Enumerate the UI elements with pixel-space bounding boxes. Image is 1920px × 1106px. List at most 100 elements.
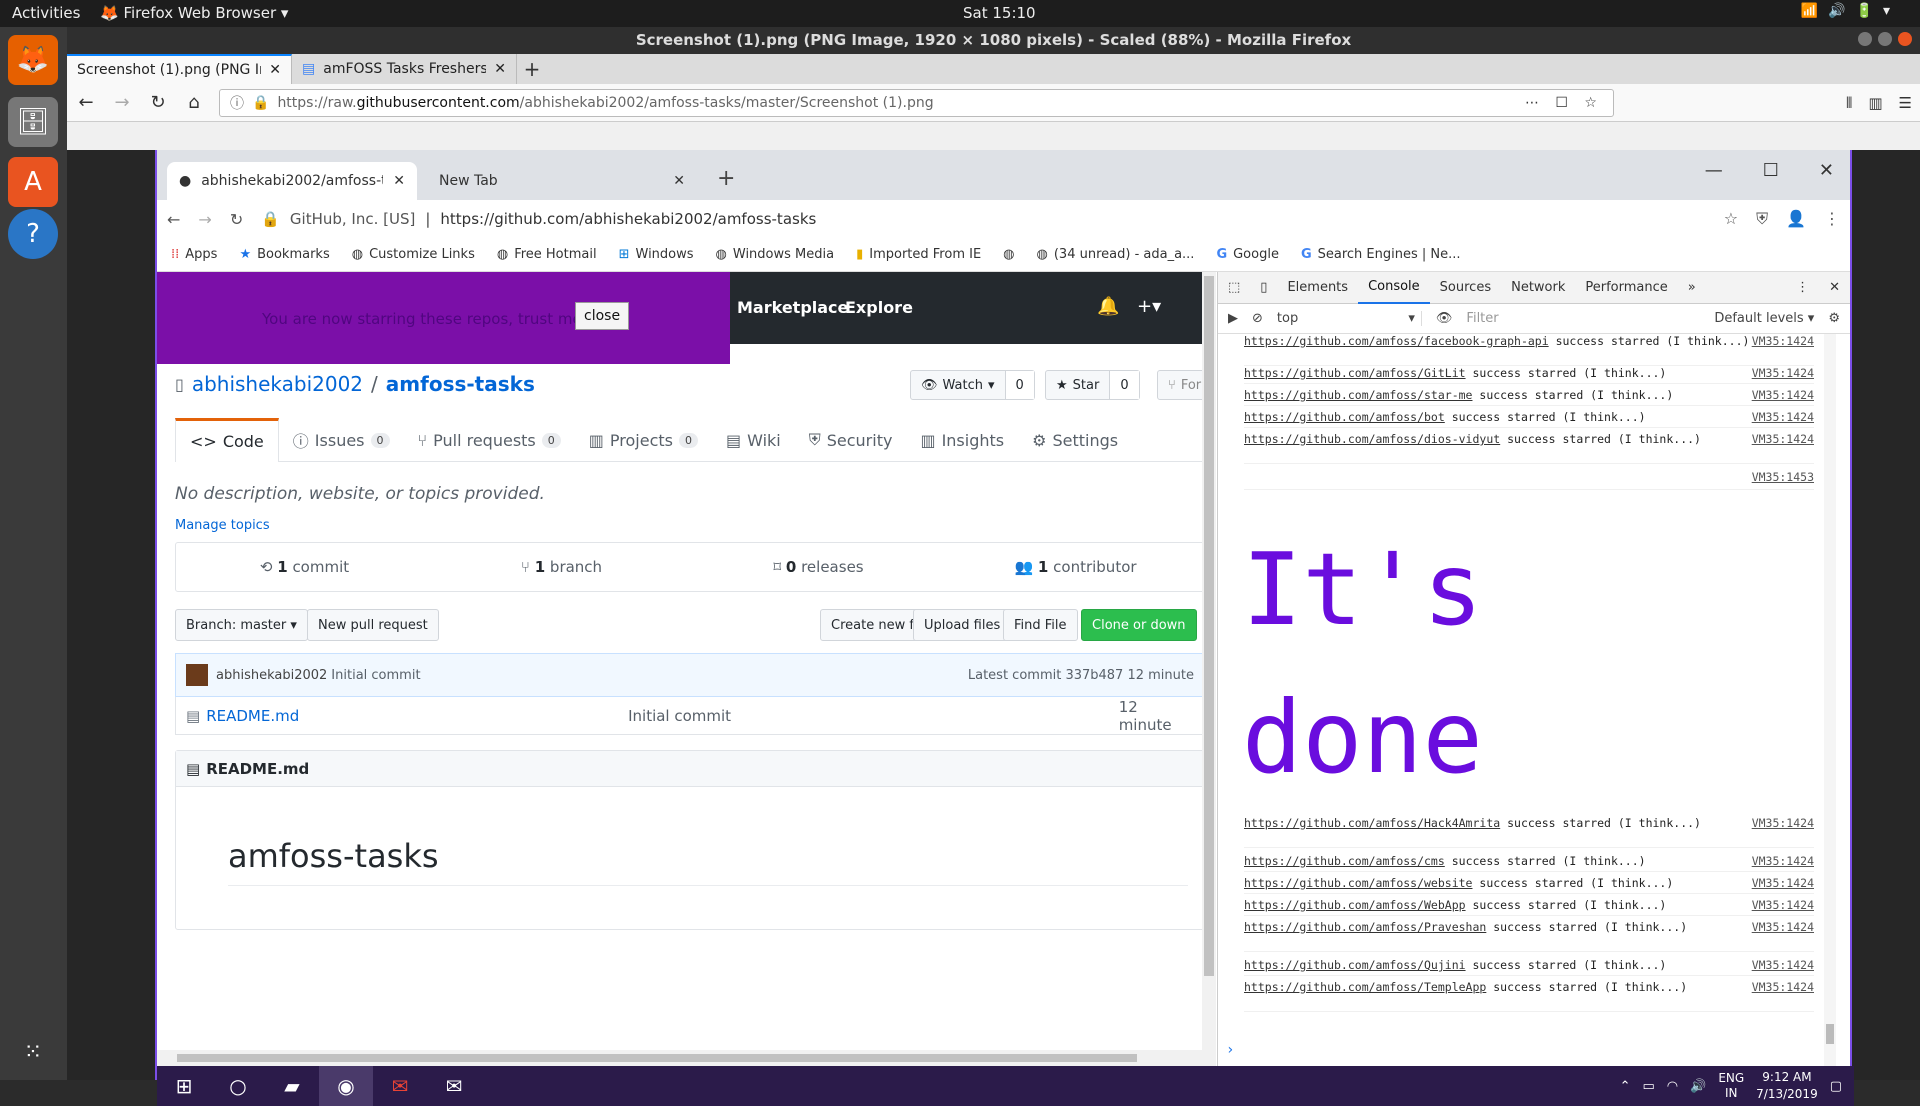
manage-topics-link[interactable]: Manage topics <box>175 518 270 533</box>
system-clock[interactable]: Sat 15:10 <box>963 4 1036 22</box>
page-scrollbar[interactable] <box>1202 272 1216 1050</box>
log-levels-select[interactable]: Default levels ▾ <box>1714 311 1814 326</box>
bookmark-unread[interactable]: ◍ (34 unread) - ada_a... <box>1037 247 1195 262</box>
home-icon[interactable]: ⌂ <box>183 92 205 113</box>
fork-button[interactable]: ⑂ For <box>1157 370 1202 400</box>
sidebar-icon[interactable]: ▥ <box>1868 94 1882 112</box>
gmail-taskbar-icon[interactable]: ✉ <box>373 1074 427 1098</box>
url-bar[interactable]: ⓘ 🔒 https://raw.githubusercontent.com/ab… <box>219 88 1614 117</box>
forward-icon[interactable]: → <box>198 210 211 229</box>
omnibox[interactable]: 🔒 GitHub, Inc. [US] | https://github.com… <box>261 210 1661 228</box>
firefox-tab-amfoss[interactable]: ▤ amFOSS Tasks Freshers ✕ <box>292 54 517 84</box>
system-tray[interactable]: 📶🔊🔋▾ <box>1801 3 1900 19</box>
bookmark-imported-from-ie[interactable]: ▮ Imported From IE <box>856 247 981 262</box>
maximize-icon[interactable]: ☐ <box>1763 160 1779 181</box>
bookmark-windows[interactable]: ⊞ Windows <box>619 247 694 262</box>
files-dock-icon[interactable]: 🗄 <box>8 97 58 147</box>
repo-name-link[interactable]: amfoss-tasks <box>386 372 535 396</box>
console-source-link[interactable]: VM35:1453 <box>1752 470 1814 484</box>
tab-settings[interactable]: ⚙ Settings <box>1018 418 1132 462</box>
forward-icon[interactable]: → <box>111 92 133 113</box>
close-icon[interactable]: ✕ <box>494 61 506 77</box>
chrome-tab-newtab[interactable]: New Tab ✕ <box>427 162 697 200</box>
minimize-button[interactable] <box>1858 32 1872 46</box>
console-source-link[interactable]: VM35:1424 <box>1752 366 1814 380</box>
avatar[interactable] <box>186 664 208 686</box>
bell-icon[interactable]: 🔔 <box>1097 296 1119 317</box>
chrome-taskbar-icon[interactable]: ◉ <box>319 1066 373 1106</box>
bookmark-windows-media[interactable]: ◍ Windows Media <box>716 247 835 262</box>
console-link[interactable]: https://github.com/amfoss/facebook-graph… <box>1244 334 1549 348</box>
software-dock-icon[interactable]: A <box>8 157 58 207</box>
console-link[interactable]: https://github.com/amfoss/Praveshan <box>1244 920 1486 934</box>
tab-pull-requests[interactable]: ⑂ Pull requests 0 <box>404 418 575 462</box>
reload-icon[interactable]: ↻ <box>147 92 169 113</box>
console-scrollbar[interactable] <box>1824 334 1836 1066</box>
console-source-link[interactable]: VM35:1424 <box>1752 920 1814 934</box>
file-commit-link[interactable]: Initial commit <box>628 707 1119 725</box>
sidebar-toggle-icon[interactable]: ▶ <box>1228 311 1238 326</box>
activities-button[interactable]: Activities <box>12 4 80 22</box>
branch-select[interactable]: Branch: master ▾ <box>175 609 308 641</box>
horizontal-scrollbar[interactable] <box>157 1050 1216 1066</box>
console-source-link[interactable]: VM35:1424 <box>1752 816 1814 830</box>
console-source-link[interactable]: VM35:1424 <box>1752 876 1814 890</box>
library-icon[interactable]: ⫴ <box>1846 94 1852 112</box>
console-source-link[interactable]: VM35:1424 <box>1752 334 1814 348</box>
console-link[interactable]: https://github.com/amfoss/Hack4Amrita <box>1244 816 1500 830</box>
console-link[interactable]: https://github.com/amfoss/website <box>1244 876 1472 890</box>
bookmark-star-icon[interactable]: ☆ <box>1724 209 1738 229</box>
tab-issues[interactable]: ⓘ Issues 0 <box>279 418 404 462</box>
maximize-button[interactable] <box>1878 32 1892 46</box>
tab-security[interactable]: ⛨ Security <box>795 418 907 462</box>
task-view-icon[interactable]: ▰ <box>265 1074 319 1098</box>
new-tab-button[interactable]: + <box>517 54 547 84</box>
reload-icon[interactable]: ↻ <box>230 210 243 229</box>
new-pull-request-button[interactable]: New pull request <box>307 609 439 641</box>
tab-network[interactable]: Network <box>1501 272 1575 304</box>
devtools-menu-icon[interactable]: ⋮ <box>1786 272 1819 304</box>
search-icon[interactable]: ○ <box>211 1074 265 1098</box>
console-link[interactable]: https://github.com/amfoss/bot <box>1244 410 1445 424</box>
chevron-up-icon[interactable]: ⌃ <box>1620 1079 1631 1094</box>
chrome-menu-icon[interactable]: ⋮ <box>1824 209 1840 229</box>
inspect-icon[interactable]: ⬚ <box>1218 272 1250 304</box>
bookmark-bookmarks[interactable]: ★ Bookmarks <box>239 247 329 262</box>
eye-icon[interactable]: 👁 <box>1436 311 1453 326</box>
notification-icon[interactable]: ▢ <box>1830 1079 1842 1094</box>
commit-message[interactable]: Initial commit <box>331 668 420 683</box>
console-link[interactable]: https://github.com/amfoss/star-me <box>1244 388 1472 402</box>
nav-explore[interactable]: Explore <box>845 298 913 317</box>
console-link[interactable]: https://github.com/amfoss/cms <box>1244 854 1445 868</box>
battery-icon[interactable]: ▭ <box>1642 1079 1654 1094</box>
bookmark-free-hotmail[interactable]: ◍ Free Hotmail <box>497 247 597 262</box>
bookmark-google[interactable]: G Google <box>1216 247 1279 262</box>
plus-icon[interactable]: +▾ <box>1137 296 1161 317</box>
close-icon[interactable]: ✕ <box>673 173 685 189</box>
close-icon[interactable]: ✕ <box>1819 272 1850 304</box>
taskbar-clock[interactable]: 9:12 AM 7/13/2019 <box>1756 1069 1818 1103</box>
console-prompt[interactable]: › <box>1226 1042 1234 1058</box>
tab-elements[interactable]: Elements <box>1277 272 1358 304</box>
language-indicator[interactable]: ENG IN <box>1718 1071 1744 1101</box>
tab-sources[interactable]: Sources <box>1430 272 1501 304</box>
banner-close-button[interactable]: close <box>575 302 630 330</box>
close-icon[interactable]: ✕ <box>393 173 405 189</box>
extension-icon[interactable]: ⛨ <box>1756 209 1768 229</box>
star-button[interactable]: ★ Star 0 <box>1045 370 1140 400</box>
new-tab-button[interactable]: + <box>717 166 735 191</box>
commit-author[interactable]: abhishekabi2002 <box>216 668 327 683</box>
console-link[interactable]: https://github.com/amfoss/TempleApp <box>1244 980 1486 994</box>
more-tabs-icon[interactable]: » <box>1678 272 1706 304</box>
show-apps-icon[interactable]: ⁙ <box>8 1027 58 1077</box>
close-icon[interactable]: ✕ <box>1819 160 1834 181</box>
tab-projects[interactable]: ▥ Projects 0 <box>575 418 712 462</box>
tab-console[interactable]: Console <box>1358 272 1430 304</box>
console-link[interactable]: https://github.com/amfoss/Qujini <box>1244 958 1466 972</box>
bookmark-customize-links[interactable]: ◍ Customize Links <box>352 247 475 262</box>
wifi-icon[interactable]: ◠ <box>1667 1079 1678 1094</box>
console-source-link[interactable]: VM35:1424 <box>1752 898 1814 912</box>
back-icon[interactable]: ← <box>167 210 180 229</box>
page-actions-icon[interactable]: ⋯ ☐ ☆ <box>1525 95 1603 111</box>
volume-icon[interactable]: 🔊 <box>1690 1079 1706 1094</box>
